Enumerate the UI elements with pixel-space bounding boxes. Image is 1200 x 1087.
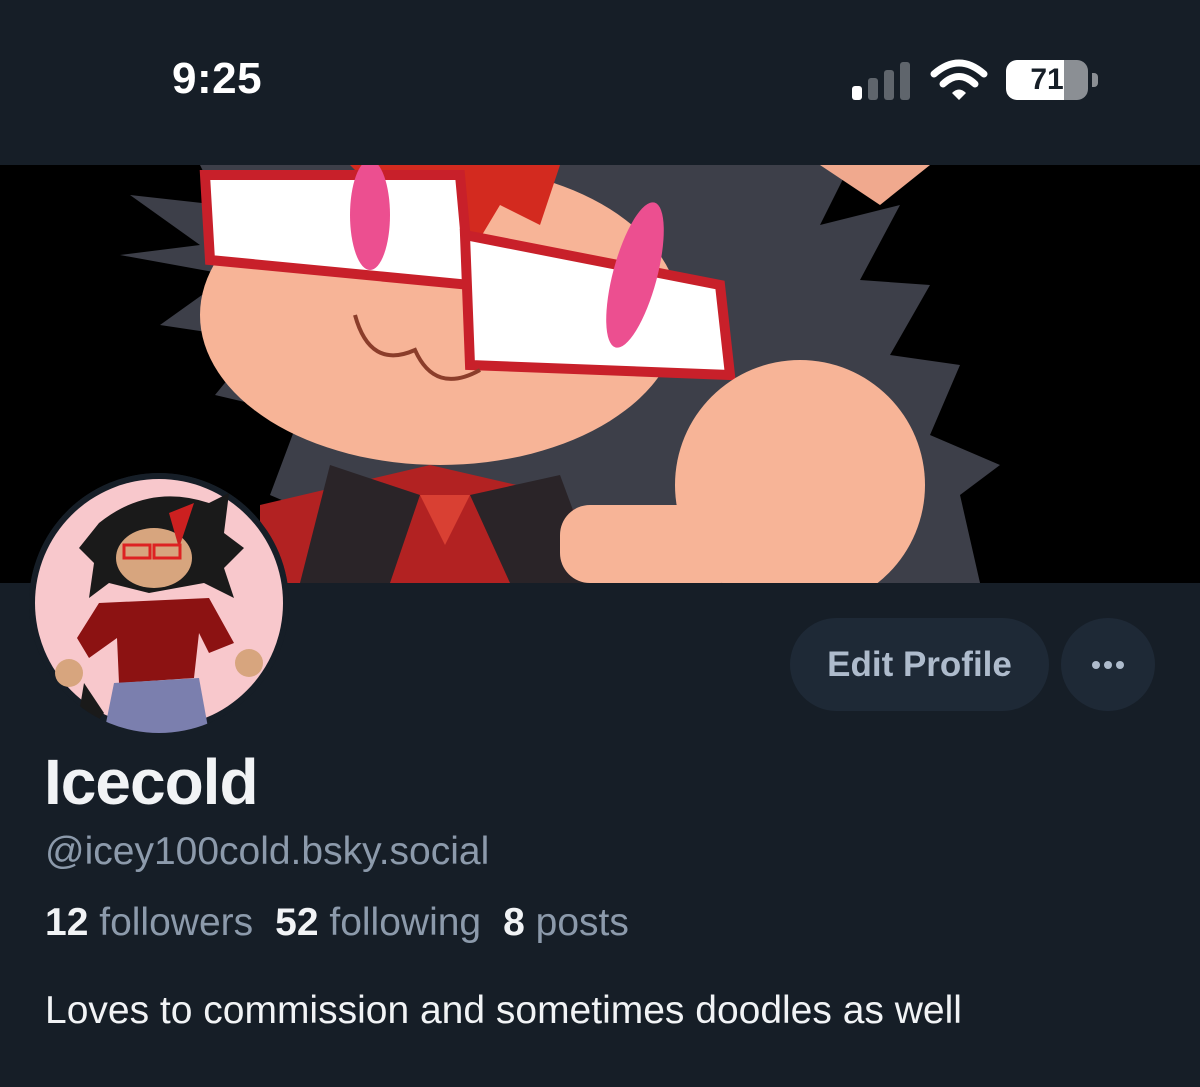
battery-nub (1092, 73, 1098, 87)
status-time: 9:25 (172, 54, 263, 103)
following-link[interactable]: 52 following (275, 901, 481, 944)
posts-stat: 8 posts (503, 901, 629, 944)
battery-icon: 71 (1006, 60, 1098, 102)
edit-profile-button[interactable]: Edit Profile (790, 618, 1049, 711)
following-count: 52 (275, 901, 319, 944)
followers-count: 12 (45, 901, 89, 944)
cartoon-character-avatar (29, 473, 289, 733)
wifi-icon (930, 59, 988, 100)
battery-level: 71 (1030, 63, 1064, 96)
posts-label: posts (535, 901, 629, 944)
battery-body: 71 (1006, 60, 1088, 100)
more-options-button[interactable] (1061, 618, 1155, 711)
profile-stats: 12 followers 52 following 8 posts (45, 901, 629, 945)
ellipsis-dot (1104, 661, 1112, 669)
followers-link[interactable]: 12 followers (45, 901, 253, 944)
following-label: following (329, 901, 482, 944)
ellipsis-icon (1092, 661, 1100, 669)
cellular-signal-icon (852, 62, 910, 100)
ellipsis-dot (1116, 661, 1124, 669)
profile-handle: @icey100cold.bsky.social (45, 830, 490, 873)
display-name: Icecold (44, 746, 259, 818)
status-bar: 9:25 71 (0, 0, 1200, 165)
profile-screen: 9:25 71 Edit Profile Icecold @icey100col… (0, 0, 1200, 1087)
followers-label: followers (99, 901, 254, 944)
profile-bio: Loves to commission and sometimes doodle… (45, 989, 962, 1032)
avatar[interactable] (29, 473, 289, 733)
posts-count: 8 (503, 901, 525, 944)
